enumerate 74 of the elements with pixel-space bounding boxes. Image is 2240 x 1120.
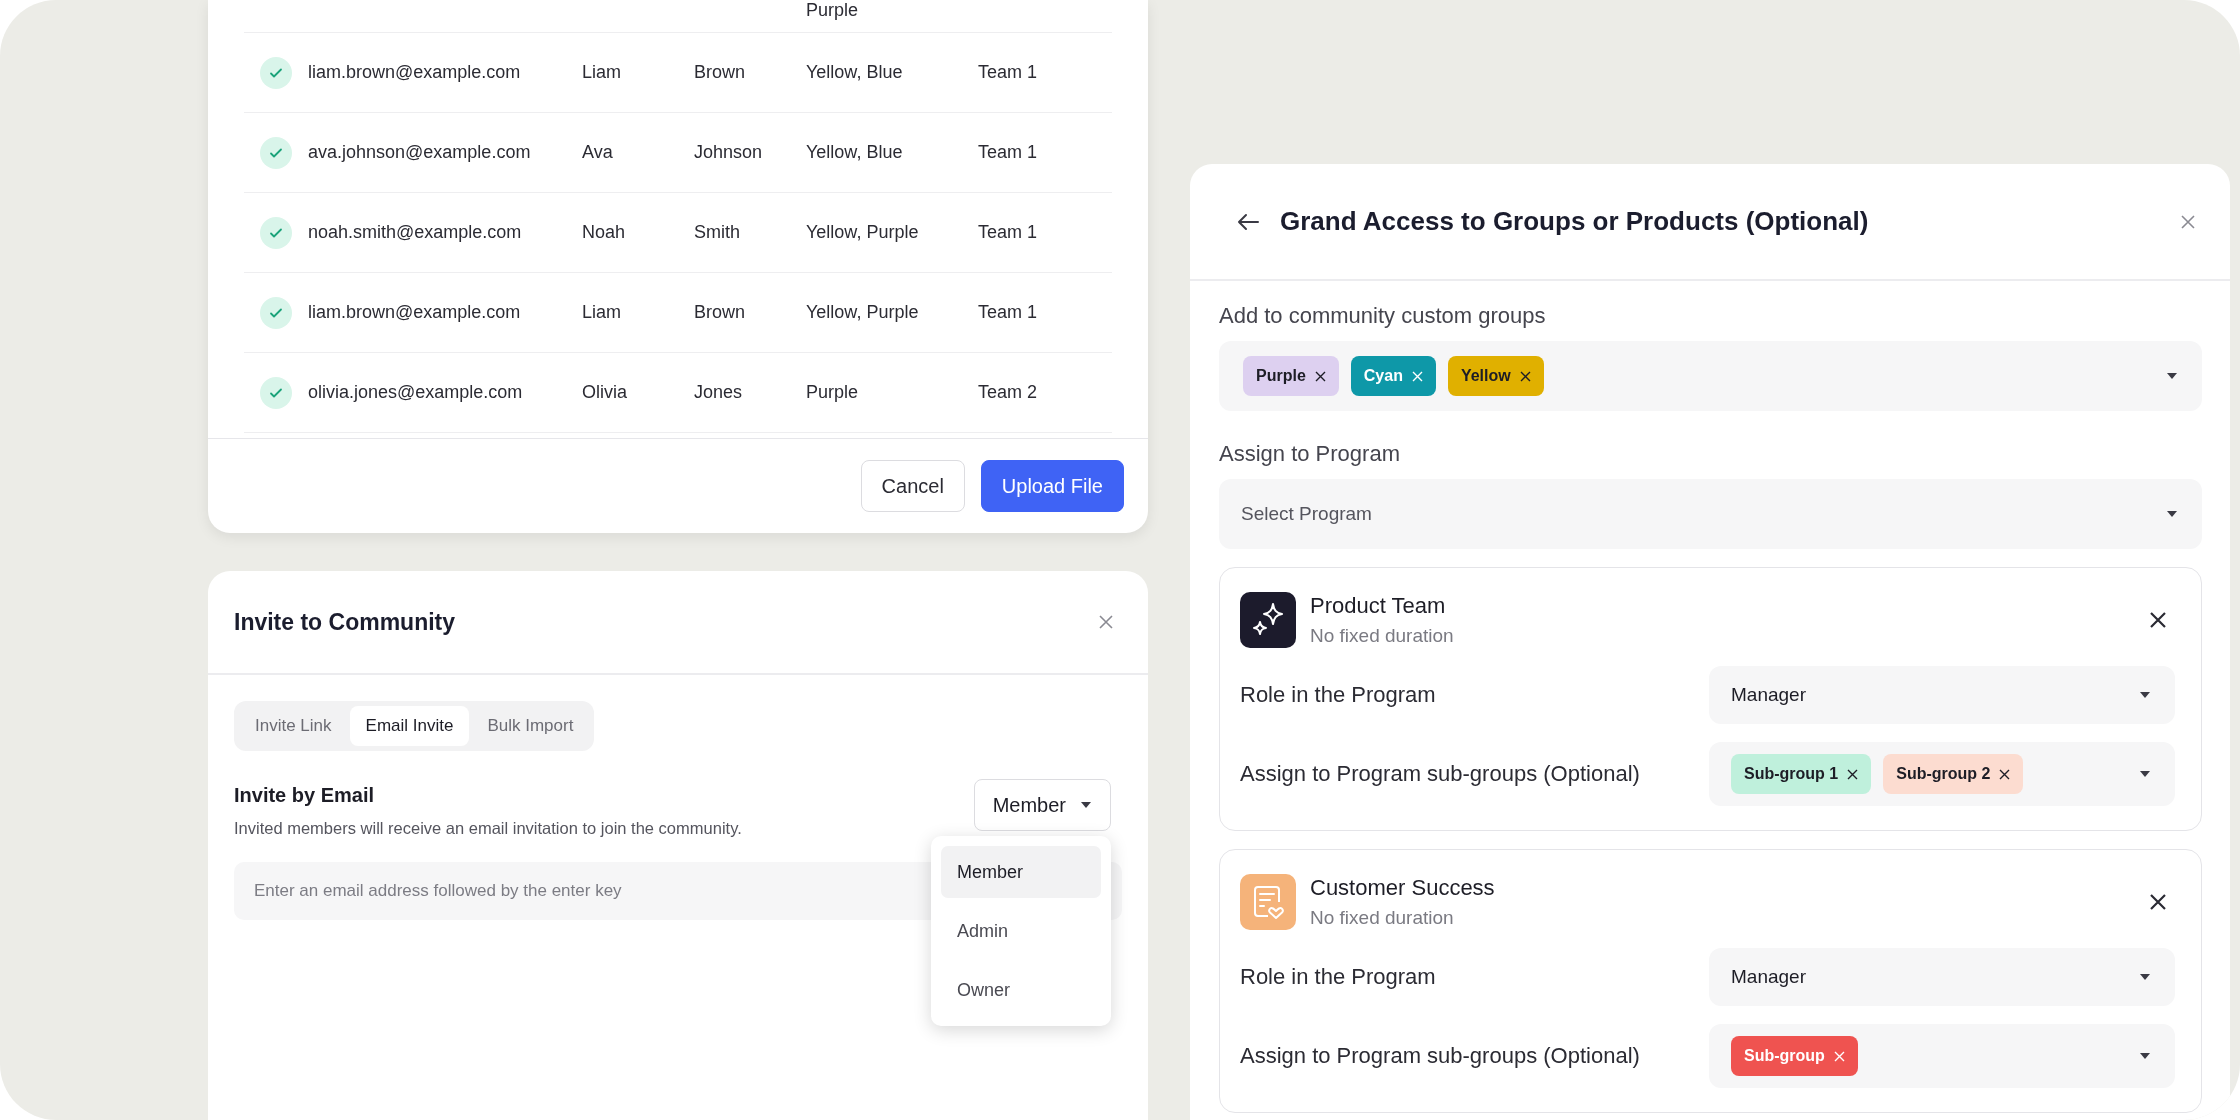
field-label: Add to community custom groups	[1219, 303, 1547, 329]
table-cell: Jones	[694, 382, 743, 402]
dialog-title: Invite to Community	[234, 608, 456, 636]
caret-icon	[2139, 973, 2151, 981]
field-label: Role in the Program	[1240, 682, 1436, 708]
table-cell: Yellow, Blue	[806, 142, 903, 162]
table-cell: Smith	[694, 222, 740, 242]
tab[interactable]: Email Invite	[349, 706, 470, 746]
caret-icon	[2139, 1052, 2151, 1060]
role-dropdown[interactable]: Member	[973, 779, 1111, 831]
table-cell: Yellow, Purple	[806, 302, 919, 322]
caret-icon	[1080, 801, 1092, 809]
table-cell: Team 1	[978, 142, 1038, 162]
close-icon[interactable]	[2149, 893, 2167, 911]
table-cell: Purple	[806, 382, 859, 402]
table-cell: Team 1	[978, 222, 1038, 242]
section-title: Invite by Email	[234, 784, 376, 807]
table-cell: Brown	[694, 62, 746, 82]
table-cell: Purple	[806, 0, 859, 20]
table-cell: Yellow, Purple	[806, 222, 919, 242]
sparkle-icon	[1240, 592, 1296, 648]
group-tag: Yellow	[1447, 356, 1544, 396]
group-tag: Purple	[1243, 356, 1339, 396]
table-cell: olivia.jones@example.com	[308, 382, 523, 402]
caret-icon	[2166, 510, 2178, 518]
close-icon[interactable]	[2149, 611, 2167, 629]
panel-title: Grand Access to Groups or Products (Optional)	[1280, 206, 1870, 237]
caret-icon	[2166, 372, 2178, 380]
caret-icon	[2139, 770, 2151, 778]
table-cell: ava.johnson@example.com	[308, 142, 531, 162]
table-cell: Olivia	[582, 382, 627, 402]
back-arrow-icon[interactable]	[1236, 212, 1260, 231]
table-cell: noah.smith@example.com	[308, 222, 522, 242]
remove-icon[interactable]	[1847, 768, 1859, 780]
table-cell: Johnson	[694, 142, 763, 162]
table-cell: Team 2	[978, 382, 1038, 402]
remove-icon[interactable]	[1314, 370, 1326, 382]
table-cell: Team 1	[978, 62, 1038, 82]
field-label: Assign to Program	[1219, 441, 1401, 467]
program-duration: No fixed duration	[1310, 625, 1455, 647]
table-cell: Noah	[582, 222, 626, 242]
table-cell: liam.brown@example.com	[308, 302, 521, 322]
menu-item[interactable]: Member	[941, 846, 1101, 898]
remove-icon[interactable]	[1519, 370, 1531, 382]
table-cell: Ava	[582, 142, 613, 162]
groups-select[interactable]: Purple Cyan Yellow	[1219, 341, 2202, 411]
field-label: Assign to Program sub-groups (Optional)	[1240, 761, 1640, 787]
section-description: Invited members will receive an email invitation to join the community.	[234, 819, 742, 838]
role-select[interactable]: Manager	[1709, 666, 2175, 724]
menu-item[interactable]: Owner	[941, 964, 1101, 1016]
table-cell: liam.brown@example.com	[308, 62, 521, 82]
program-name: Customer Success	[1310, 875, 1496, 901]
program-name: Product Team	[1310, 593, 1447, 619]
role-select[interactable]: Manager	[1709, 948, 2175, 1006]
table-cell: Liam	[582, 302, 621, 322]
group-tag: Cyan	[1350, 356, 1436, 396]
field-label: Assign to Program sub-groups (Optional)	[1240, 1043, 1640, 1069]
remove-icon[interactable]	[1999, 768, 2011, 780]
table-cell: Brown	[694, 302, 746, 322]
table-cell: Team 1	[978, 302, 1038, 322]
program-duration: No fixed duration	[1310, 907, 1455, 929]
subgroups-select[interactable]: Sub-group 1 Sub-group 2	[1709, 742, 2175, 806]
subgroup-tag: Sub-group 2	[1883, 754, 2024, 794]
subgroup-tag: Sub-group 1	[1731, 754, 1872, 794]
subgroup-tag: Sub-group	[1731, 1036, 1858, 1076]
table-cell: Liam	[582, 62, 621, 82]
upload-button[interactable]: Upload File	[980, 460, 1124, 512]
field-label: Role in the Program	[1240, 964, 1436, 990]
program-select[interactable]: Select Program	[1219, 479, 2202, 549]
tab[interactable]: Bulk Import	[471, 706, 590, 746]
cancel-button[interactable]: Cancel	[860, 460, 965, 512]
tab[interactable]: Invite Link	[239, 706, 348, 746]
table-cell: Yellow, Blue	[806, 62, 903, 82]
caret-icon	[2139, 691, 2151, 699]
